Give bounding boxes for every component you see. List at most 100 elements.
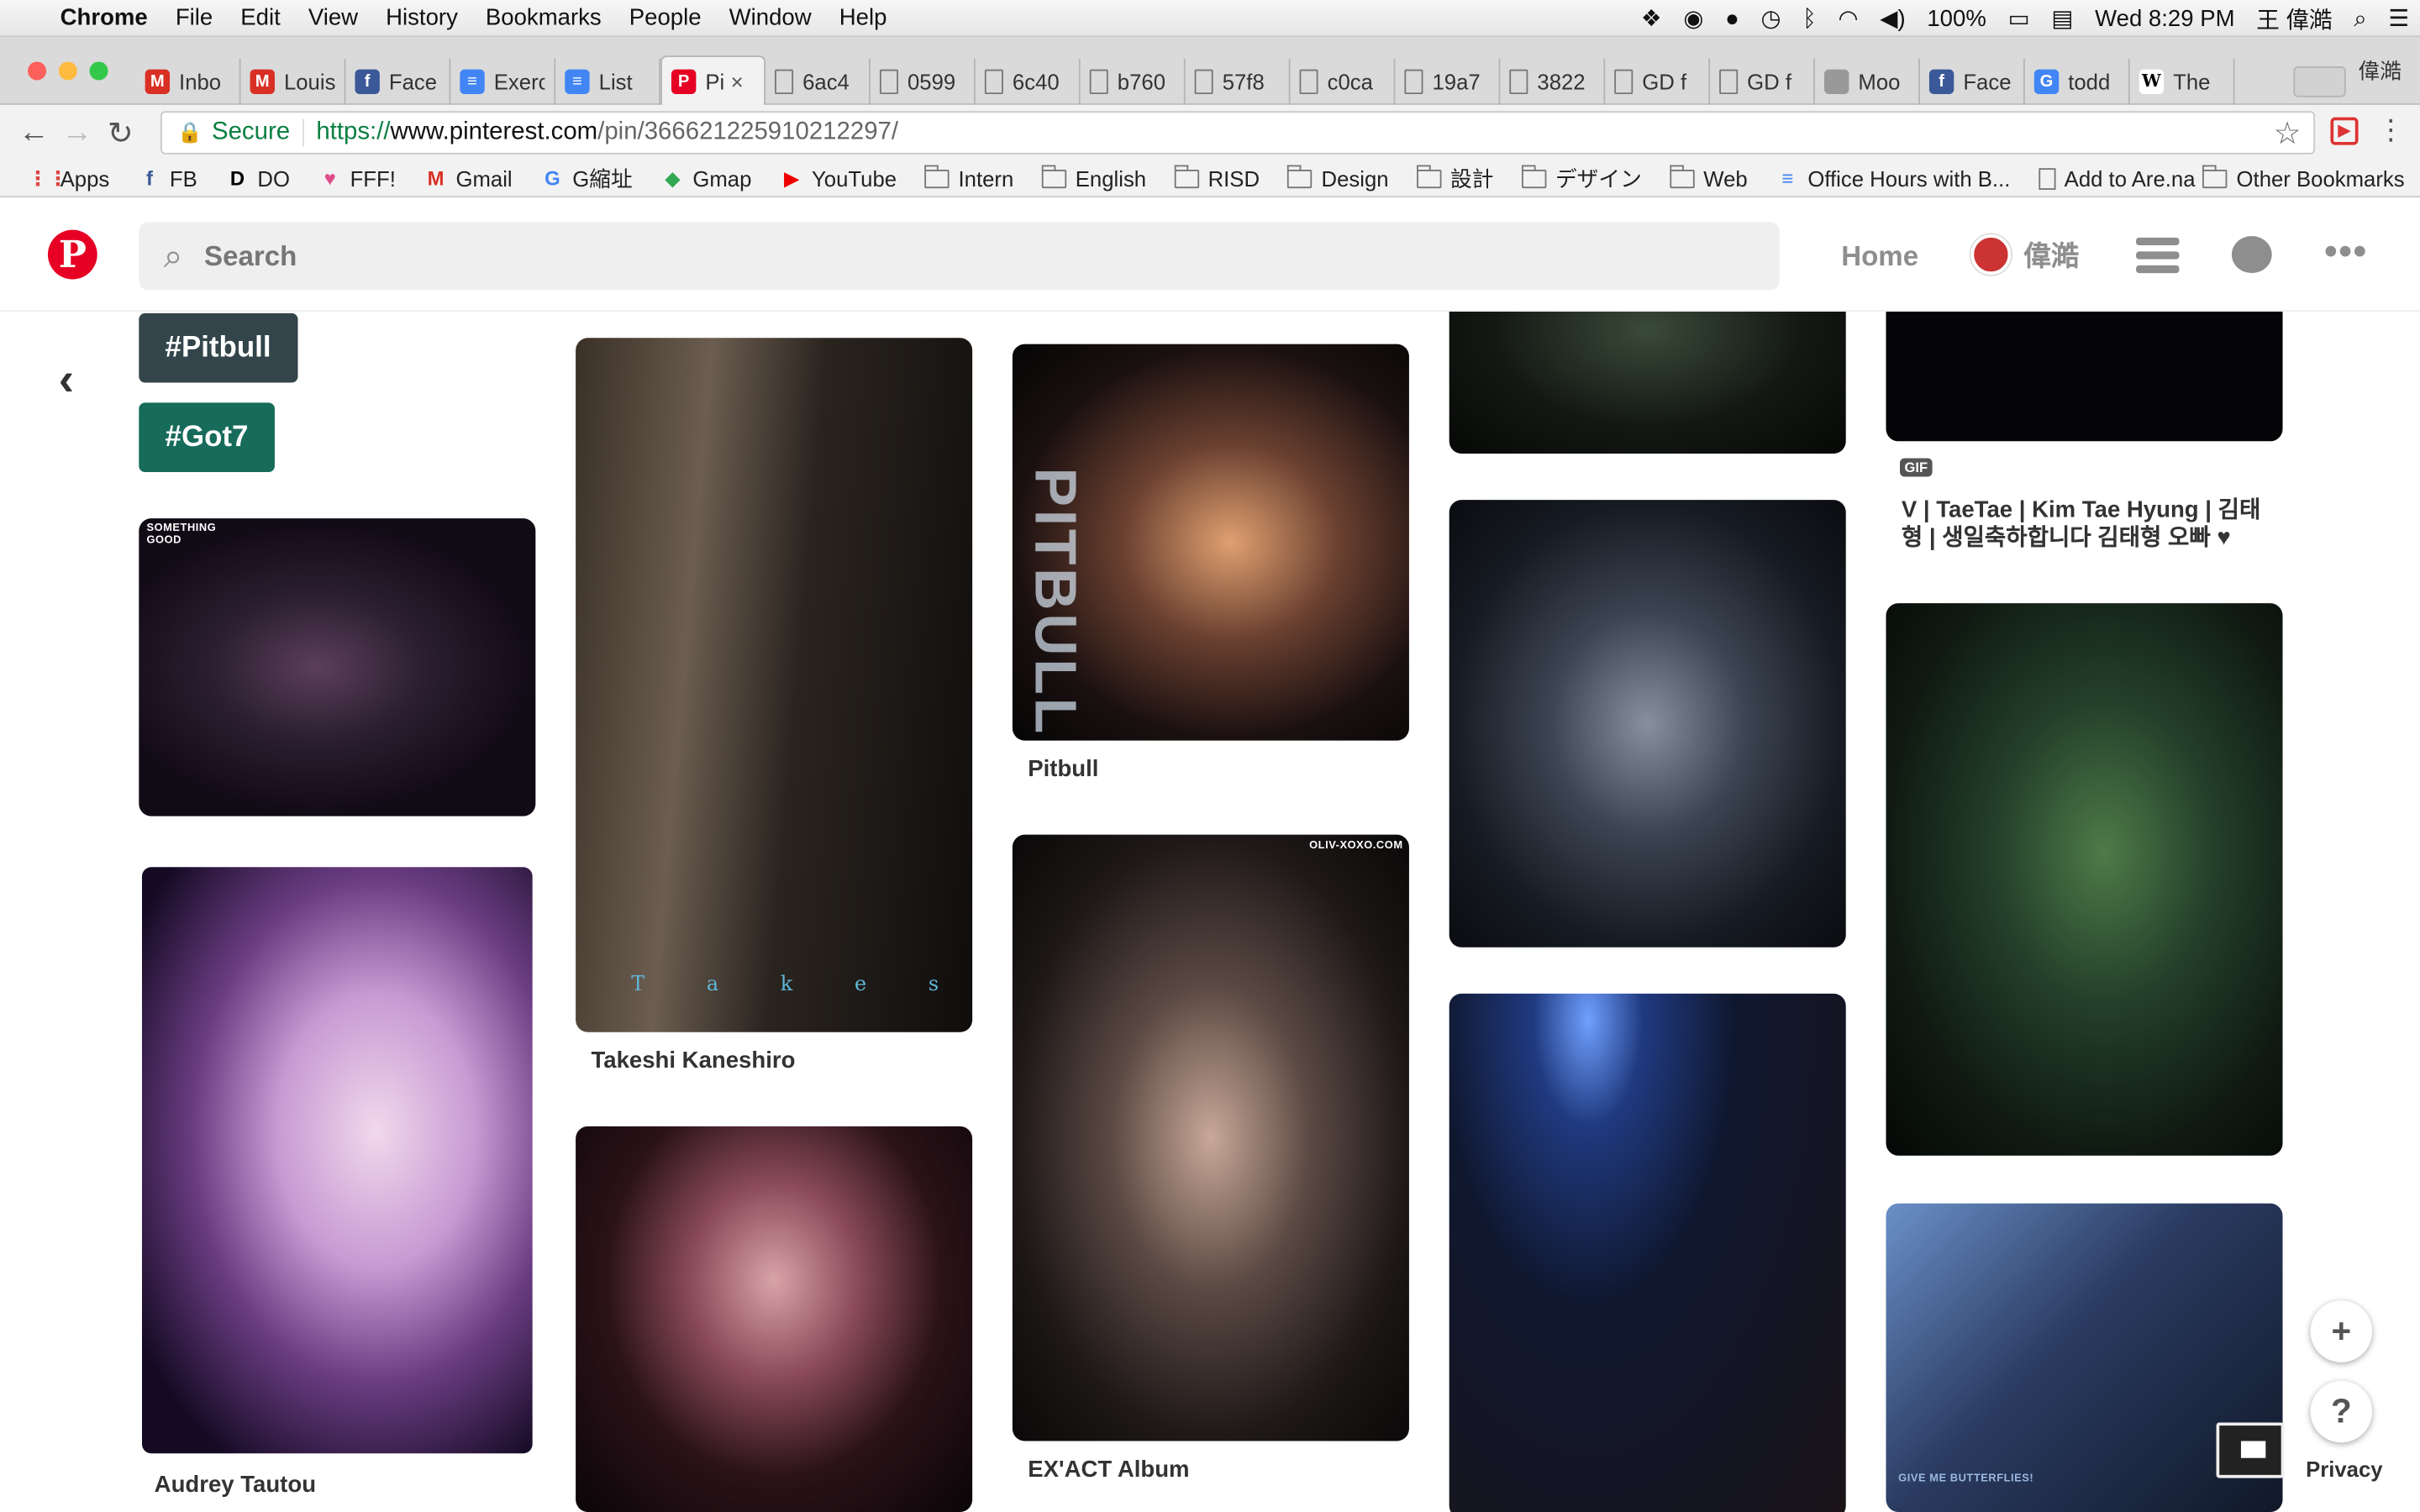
tab-14[interactable]: GD f	[1605, 58, 1711, 105]
pin-v-gif[interactable]	[1886, 312, 2283, 442]
pin-portrait-red[interactable]	[576, 1126, 973, 1512]
bookmark-2[interactable]: D DO	[209, 165, 302, 190]
tab-17[interactable]: f Face	[1920, 58, 2025, 105]
input-source-flag-icon[interactable]: ▤	[2040, 5, 2084, 32]
pin-exact-album[interactable]: OLIV-XOXO.COM	[1012, 834, 1409, 1441]
tab-11[interactable]: c0ca	[1291, 58, 1396, 105]
bookmark-16[interactable]: Add to Are.na	[2023, 165, 2207, 191]
tag-pitbull-button[interactable]: #Pitbull	[139, 312, 297, 383]
pin-audrey-tautou-title[interactable]: Audrey Tautou	[155, 1472, 316, 1498]
bookmark-5[interactable]: G G縮址	[524, 163, 644, 194]
time-machine-icon[interactable]: ◷	[1750, 5, 1792, 32]
user-menu[interactable]: 王 偉澔	[2245, 3, 2343, 35]
notification-center-icon[interactable]: ☰	[2378, 5, 2420, 32]
clock[interactable]: Wed 8:29 PM	[2084, 5, 2245, 31]
tab-1[interactable]: M Louis	[241, 58, 346, 105]
hamburger-menu-icon[interactable]	[2136, 237, 2180, 280]
messages-icon[interactable]	[2231, 236, 2272, 274]
tab-6[interactable]: 6ac4	[765, 58, 871, 105]
app-menu[interactable]: Chrome	[46, 5, 161, 31]
battery-icon[interactable]: ▭	[1997, 5, 2041, 32]
close-window-button[interactable]	[28, 61, 47, 81]
minimize-window-button[interactable]	[58, 61, 77, 81]
profile-name[interactable]: 偉澔	[2359, 55, 2402, 87]
shazam-icon[interactable]: ●	[1714, 5, 1749, 31]
minimize-player-button[interactable]	[2216, 1422, 2285, 1478]
pin-v-title[interactable]: V | TaeTae | Kim Tae Hyung | 김태형 | 생일축하합…	[1902, 496, 2272, 552]
pin-selfie[interactable]	[1449, 500, 1846, 948]
menu-view[interactable]: View	[294, 5, 371, 31]
bookmark-7[interactable]: ▶ YouTube	[764, 165, 909, 190]
bookmark-9[interactable]: English	[1026, 164, 1159, 191]
menu-history[interactable]: History	[372, 5, 472, 31]
tab-15[interactable]: GD f	[1710, 58, 1816, 105]
help-button[interactable]: ?	[2310, 1380, 2373, 1443]
menu-bookmarks[interactable]: Bookmarks	[471, 5, 615, 31]
tab-18[interactable]: Gtodd	[2025, 58, 2130, 105]
volume-icon[interactable]: ◀)	[1869, 5, 1916, 32]
privacy-link[interactable]: Privacy	[2306, 1457, 2383, 1481]
pin-pitbull[interactable]: PITBULL	[1012, 344, 1409, 741]
tag-got7-button[interactable]: #Got7	[139, 402, 275, 473]
tab-12[interactable]: 19a7	[1395, 58, 1501, 105]
zoom-window-button[interactable]	[89, 61, 108, 81]
tab-2[interactable]: f Face	[345, 58, 451, 105]
pinterest-logo-icon[interactable]: P	[47, 229, 97, 280]
spotlight-search-icon[interactable]: ⌕	[2343, 5, 2377, 31]
menu-file[interactable]: File	[161, 5, 226, 31]
bookmark-4[interactable]: M Gmail	[408, 165, 525, 190]
pin-audrey-tautou[interactable]	[141, 867, 533, 1454]
bookmark-8[interactable]: Intern	[909, 164, 1026, 191]
pin-green-portrait[interactable]	[1886, 603, 2283, 1156]
tab-13[interactable]: 3822	[1500, 58, 1606, 105]
bookmark-10[interactable]: RISD	[1159, 164, 1272, 191]
back-chevron-icon[interactable]: ‹	[59, 354, 74, 407]
search-input[interactable]: ⌕ Search	[139, 222, 1780, 291]
more-options-icon[interactable]: •••	[2324, 232, 2368, 275]
profile-link[interactable]: 偉澔	[1970, 234, 2079, 275]
bookmark-14[interactable]: Web	[1654, 164, 1760, 191]
pin-takeshi-kaneshiro[interactable]: T a k e s h i	[576, 338, 973, 1032]
add-pin-button[interactable]: +	[2310, 1300, 2373, 1362]
menu-people[interactable]: People	[615, 5, 715, 31]
tab-7[interactable]: 0599	[871, 58, 976, 105]
pin-pitbull-title[interactable]: Pitbull	[1028, 756, 1098, 782]
tab-4[interactable]: ≡ List	[555, 58, 661, 105]
bookmark-13[interactable]: デザイン	[1506, 163, 1654, 194]
tab-10[interactable]: 57f8	[1186, 58, 1291, 105]
pin-got7[interactable]: SOMETHING GOOD	[139, 518, 536, 816]
address-bar[interactable]: 🔒 Secure https:// www.pinterest.com /pin…	[160, 111, 2316, 155]
tab-16[interactable]: Moo	[1815, 58, 1920, 105]
tab-19[interactable]: W The	[2130, 58, 2235, 105]
creative-cloud-icon[interactable]: ◉	[1673, 5, 1715, 32]
bookmark-12[interactable]: 設計	[1401, 163, 1506, 194]
menu-edit[interactable]: Edit	[227, 5, 295, 31]
bookmark-0[interactable]: ⋮⋮ Apps	[13, 165, 122, 190]
back-arrow-icon[interactable]: ←	[13, 115, 55, 150]
bookmark-15[interactable]: ≡ Office Hours with B...	[1760, 165, 2023, 190]
bluetooth-icon[interactable]: ᛒ	[1791, 5, 1827, 31]
forward-arrow-icon[interactable]: →	[55, 115, 98, 150]
new-tab-button[interactable]	[2293, 66, 2346, 97]
other-bookmarks[interactable]: Other Bookmarks	[2187, 164, 2417, 191]
menu-help[interactable]: Help	[825, 5, 901, 31]
pin-exact-album-title[interactable]: EX'ACT Album	[1028, 1457, 1189, 1483]
home-link[interactable]: Home	[1841, 241, 1918, 274]
bookmark-3[interactable]: ♥ FFF!	[302, 165, 408, 190]
bookmark-star-icon[interactable]: ☆	[2274, 113, 2302, 152]
dropbox-icon[interactable]: ❖	[1630, 5, 1672, 32]
bookmark-6[interactable]: ◆ Gmap	[644, 165, 764, 190]
tab-8[interactable]: 6c40	[976, 58, 1081, 105]
bookmark-11[interactable]: Design	[1272, 164, 1402, 191]
close-tab-icon[interactable]: ×	[731, 69, 744, 93]
extension-icon[interactable]: ▶	[2330, 117, 2359, 145]
pin-concert-photo[interactable]	[1449, 993, 1846, 1512]
pin-dark-green-top[interactable]	[1449, 312, 1846, 454]
chrome-menu-icon[interactable]: ⋮	[2377, 114, 2405, 147]
tab-0[interactable]: M Inbo	[136, 58, 241, 105]
wifi-icon[interactable]: ◠	[1828, 5, 1870, 32]
menu-window[interactable]: Window	[715, 5, 825, 31]
tab-3[interactable]: ≡ Exerc	[450, 58, 556, 105]
reload-icon[interactable]: ↻	[99, 113, 142, 152]
bookmark-1[interactable]: f FB	[122, 165, 209, 190]
